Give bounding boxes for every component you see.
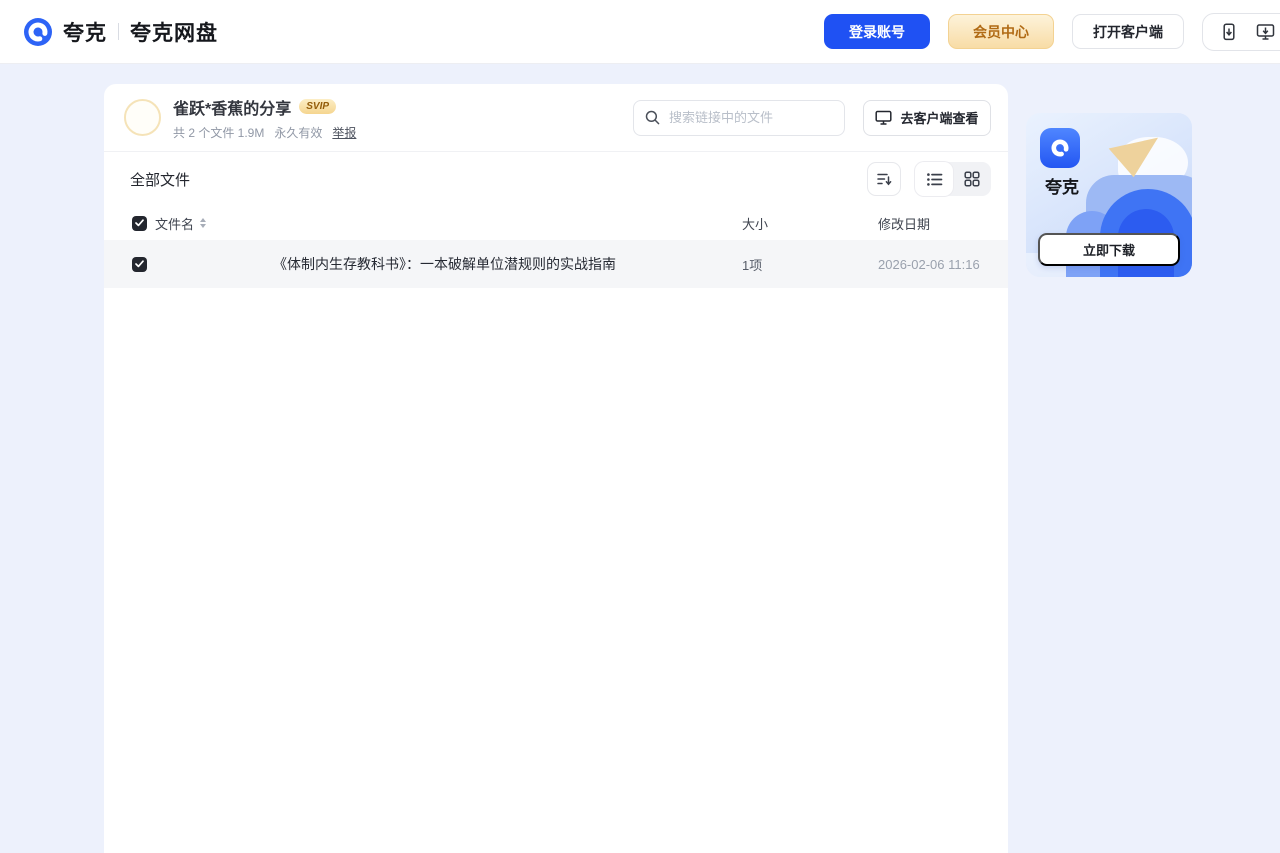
download-now-button[interactable]: 立即下载 [1038,233,1180,266]
share-page: 夸克 夸克网盘 登录账号 会员中心 打开客户端 雀跃*香蕉的分享 SVIP 共 … [0,0,1280,853]
topbar: 夸克 夸克网盘 登录账号 会员中心 打开客户端 [0,0,1280,64]
list-view-icon [926,172,943,187]
grid-view-icon [964,171,980,187]
promo-app-name: 夸克 [1045,178,1079,197]
share-file-count: 共 2 个文件 1.9M [173,125,265,140]
sort-order-button[interactable] [867,162,901,196]
brand: 夸克 夸克网盘 [24,17,218,47]
column-modified-label[interactable]: 修改日期 [878,214,1008,233]
monitor-icon [875,110,893,125]
member-center-button[interactable]: 会员中心 [948,14,1054,49]
grid-view-toggle[interactable] [953,162,991,196]
view-in-client-button[interactable]: 去客户端查看 [863,99,991,136]
table-row[interactable]: 《体制内生存教科书》：一本破解单位潜规则的实战指南 1项 2026-02-06 … [104,240,1008,288]
brand-product-name: 夸克网盘 [130,21,218,45]
file-modified-date: 2026-02-06 11:16 [878,256,980,272]
select-all-checkbox[interactable] [132,215,147,231]
open-client-button[interactable]: 打开客户端 [1072,14,1184,49]
download-apps-group [1202,12,1280,51]
checkbox-check-icon [135,260,144,268]
column-name-label[interactable]: 文件名 [155,214,194,233]
share-header: 雀跃*香蕉的分享 SVIP 共 2 个文件 1.9M 永久有效 举报 搜索链接中… [104,84,1008,152]
column-name: 文件名 [132,214,742,233]
topbar-actions: 登录账号 会员中心 打开客户端 [824,12,1280,51]
login-button[interactable]: 登录账号 [824,14,930,49]
file-table-header: 文件名 大小 修改日期 [104,206,1008,240]
view-toggle-group [915,162,991,196]
section-title: 全部文件 [130,171,191,189]
sharer-avatar [124,99,161,136]
content-area: 雀跃*香蕉的分享 SVIP 共 2 个文件 1.9M 永久有效 举报 搜索链接中… [0,64,1280,853]
svip-badge: SVIP [299,99,337,114]
brand-separator [118,23,119,40]
quark-logo [24,17,52,46]
share-meta: 共 2 个文件 1.9M 永久有效 举报 [173,124,356,141]
desktop-download-icon[interactable] [1256,23,1275,41]
search-box [633,99,845,136]
view-in-client-label: 去客户端查看 [900,111,979,126]
file-size: 1项 [742,257,763,273]
sort-order-icon [876,171,892,187]
row-checkbox[interactable] [132,256,147,272]
share-panel: 雀跃*香蕉的分享 SVIP 共 2 个文件 1.9M 永久有效 举报 搜索链接中… [104,84,1008,853]
list-toolbar-actions [867,162,991,196]
share-title-row: 雀跃*香蕉的分享 SVIP [173,95,356,119]
brand-name: 夸克 [63,21,107,45]
quark-app-icon [1040,128,1080,168]
list-toolbar: 全部文件 [104,152,1008,206]
list-view-toggle[interactable] [915,162,953,196]
search-icon [645,110,660,125]
checkbox-check-icon [135,219,144,227]
phone-download-icon[interactable] [1221,22,1237,41]
share-title: 雀跃*香蕉的分享 [173,100,292,118]
search-input[interactable] [667,109,833,126]
column-size-label[interactable]: 大小 [742,214,878,233]
file-name[interactable]: 《体制内生存教科书》：一本破解单位潜规则的实战指南 [273,254,616,274]
share-header-actions: 去客户端查看 [633,99,991,136]
column-sort-arrows-icon[interactable] [200,218,207,228]
share-validity: 永久有效 [274,125,323,140]
share-info: 雀跃*香蕉的分享 SVIP 共 2 个文件 1.9M 永久有效 举报 [173,95,356,141]
row-name-cell: 《体制内生存教科书》：一本破解单位潜规则的实战指南 [132,254,742,274]
report-link[interactable]: 举报 [332,124,356,141]
app-download-card[interactable]: 夸克 立即下载 [1026,113,1192,277]
